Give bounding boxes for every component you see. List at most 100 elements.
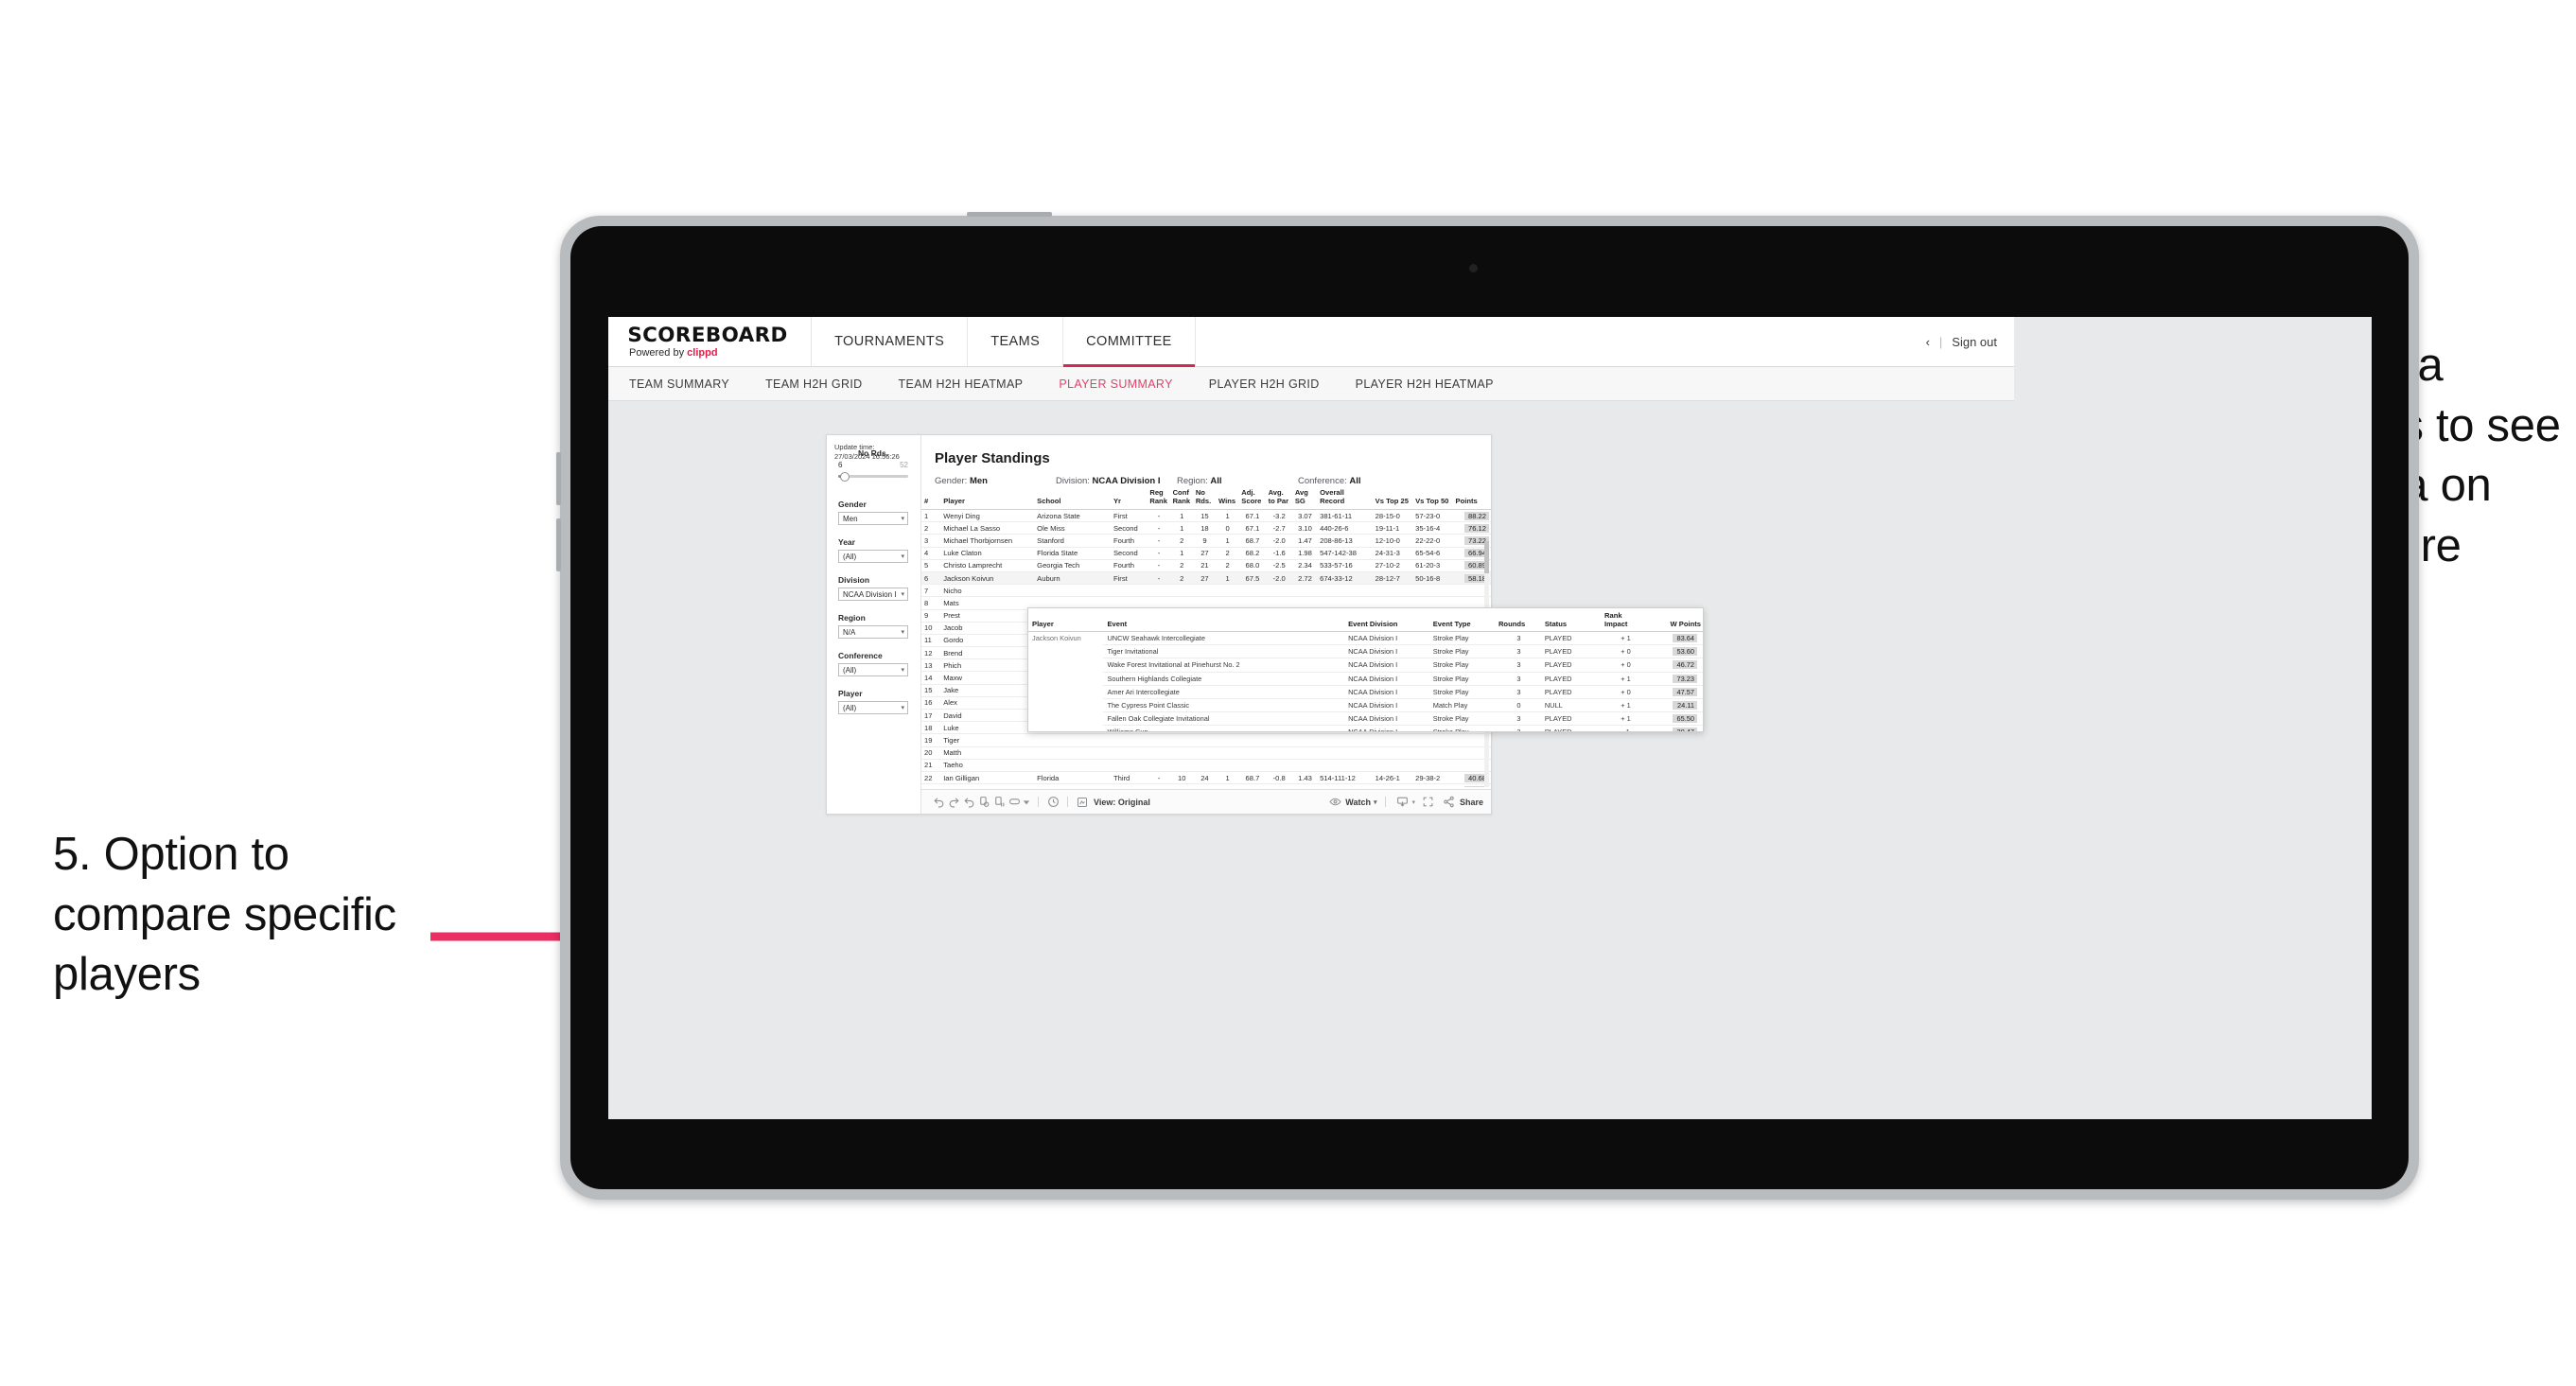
fit-icon[interactable] [1007, 795, 1022, 810]
cell-conf [1169, 746, 1193, 760]
tooltip-row: The Cypress Point Classic NCAA Division I… [1028, 698, 1703, 713]
standings-col-[interactable]: # [921, 487, 941, 510]
filter-conference-select[interactable]: (All) ▾ [838, 663, 908, 676]
standings-col-conf-rank[interactable]: Conf Rank [1169, 487, 1193, 510]
subnav-item-team-summary[interactable]: TEAM SUMMARY [629, 377, 729, 391]
fullscreen-icon[interactable] [1421, 795, 1436, 810]
filter-division-select[interactable]: NCAA Division I ▾ [838, 588, 908, 601]
view-original-label[interactable]: View: Original [1094, 798, 1150, 807]
subnav-item-team-h2h-heatmap[interactable]: TEAM H2H HEATMAP [899, 377, 1024, 391]
standings-col-points[interactable]: Points [1452, 487, 1491, 510]
watch-button[interactable]: Watch ▾ [1327, 795, 1376, 810]
sign-out-link[interactable]: Sign out [1952, 335, 1997, 349]
view-original-icon[interactable] [1075, 795, 1090, 810]
cell-rds: 21 [1192, 559, 1217, 572]
cell-t50 [1412, 584, 1453, 598]
standings-col-yr[interactable]: Yr [1110, 487, 1148, 510]
table-row[interactable]: 5 Christo Lamprecht Georgia Tech Fourth -2 21… [921, 559, 1491, 572]
cell-reg: - [1147, 571, 1170, 586]
cell-points[interactable]: 76.12 [1452, 521, 1491, 535]
refresh-data-icon[interactable] [976, 795, 991, 810]
cell-points[interactable]: 88.22 [1452, 509, 1491, 523]
filter-region-select[interactable]: N/A ▾ [838, 625, 908, 639]
brand-logo[interactable]: SCOREBOARD Powered by clippd [608, 317, 813, 366]
standings-col-overall-record[interactable]: Overall Record [1317, 487, 1373, 510]
table-row[interactable]: 22 Ian Gilligan Florida Third -10 24 1 68.7 -0.8… [921, 771, 1491, 785]
filter-division-label: Division [838, 575, 870, 585]
tooltip-cell-rounds: 3 [1494, 711, 1541, 727]
volume-button-down[interactable] [556, 518, 561, 571]
subnav-item-player-h2h-grid[interactable]: PLAYER H2H GRID [1209, 377, 1320, 391]
power-button[interactable] [967, 212, 1052, 217]
scrollbar-thumb[interactable] [1484, 541, 1489, 573]
standings-col-school[interactable]: School [1034, 487, 1111, 510]
subnav-item-player-summary[interactable]: PLAYER SUMMARY [1059, 377, 1172, 391]
standings-col-vs-top-50[interactable]: Vs Top 50 [1412, 487, 1453, 510]
tooltip-cell-impact: + 1 [1600, 631, 1649, 646]
cell-rank: 17 [921, 709, 941, 723]
tooltip-cell-status: NULL [1540, 698, 1601, 713]
cell-rank: 7 [921, 584, 941, 598]
standings-col-wins[interactable]: Wins [1216, 487, 1239, 510]
volume-button-up[interactable] [556, 452, 561, 505]
cell-sg: 1.98 [1291, 547, 1318, 560]
standings-col-adj-score[interactable]: Adj. Score [1238, 487, 1266, 510]
standings-col-reg-rank[interactable]: Reg Rank [1147, 487, 1170, 510]
slider-track[interactable] [838, 471, 908, 482]
player-standings-worksheet: No Rds. 6 52 Gender Men ▾ Year (All) ▾ D… [826, 434, 1704, 815]
download-icon[interactable] [1394, 795, 1410, 810]
filter-year-select[interactable]: (All) ▾ [838, 550, 908, 563]
fit-chevron-down-icon[interactable] [1022, 795, 1031, 810]
tooltip-cell-impact: + 1 [1600, 711, 1649, 727]
standings-col-player[interactable]: Player [940, 487, 1035, 510]
cell-school: Missouri [1034, 783, 1111, 787]
cell-rank: 3 [921, 534, 941, 548]
table-row[interactable]: 3 Michael Thorbjornsen Stanford Fourth -2 9 1 6… [921, 534, 1491, 548]
standings-col-avg-to-par[interactable]: Avg. to Par [1265, 487, 1292, 510]
pause-updates-icon[interactable] [991, 795, 1007, 810]
tooltip-cell-division: NCAA Division I [1344, 658, 1429, 673]
cell-t25: 14-26-1 [1372, 771, 1413, 785]
cell-adj: 68.7 [1238, 771, 1266, 785]
meta-region-val: All [1210, 476, 1222, 486]
subnav-item-team-h2h-grid[interactable]: TEAM H2H GRID [765, 377, 862, 391]
cell-player: Phich [940, 658, 1035, 673]
table-row[interactable]: 23Jack LundinMissouriFourth-1124068.5-2.… [921, 783, 1491, 787]
slider-handle[interactable] [840, 471, 850, 482]
cell-school: Stanford [1034, 534, 1111, 548]
topnav-item-teams[interactable]: TEAMS [968, 317, 1064, 366]
standings-col-vs-top-25[interactable]: Vs Top 25 [1372, 487, 1413, 510]
table-row[interactable]: 20 Matth [921, 746, 1491, 760]
table-row[interactable]: 7 Nicho [921, 584, 1491, 598]
cell-yr: Second [1110, 547, 1148, 560]
table-row[interactable]: 6 Jackson Koivun Auburn First -2 27 1 67.5 -2.0 2… [921, 571, 1491, 586]
highlight-icon[interactable] [1045, 795, 1060, 810]
subnav-item-player-h2h-heatmap[interactable]: PLAYER H2H HEATMAP [1356, 377, 1494, 391]
cell-rec [1317, 733, 1373, 747]
download-chevron-down-icon[interactable]: ▾ [1411, 798, 1415, 806]
standings-col-no-rds[interactable]: No Rds. [1192, 487, 1217, 510]
cell-t50: 50-16-8 [1412, 571, 1453, 586]
cell-player: Jacob [940, 622, 1035, 635]
tooltip-cell-impact: + 1 [1600, 698, 1649, 713]
filter-player-select[interactable]: (All) ▾ [838, 701, 908, 714]
table-row[interactable]: 2 Michael La Sasso Ole Miss Second -1 18 0 67.1… [921, 521, 1491, 535]
revert-icon[interactable] [961, 795, 976, 810]
standings-col-avg-sg[interactable]: Avg SG [1291, 487, 1318, 510]
table-row[interactable]: 4 Luke Claton Florida State Second -1 27 2 68.2… [921, 547, 1491, 560]
cell-player: Nicho [940, 584, 1035, 598]
share-button[interactable]: Share [1442, 795, 1483, 810]
tooltip-cell-status: PLAYED [1540, 725, 1601, 731]
table-row[interactable]: 21 Taeho [921, 759, 1491, 772]
topnav-item-committee[interactable]: COMMITTEE [1063, 317, 1196, 367]
table-row[interactable]: 1 Wenyi Ding Arizona State First -1 15 1 67.1 -3… [921, 509, 1491, 523]
table-row[interactable]: 19 Tiger [921, 733, 1491, 747]
tooltip-cell-type: Stroke Play [1428, 658, 1495, 673]
redo-icon[interactable] [946, 795, 961, 810]
cell-school [1034, 733, 1111, 747]
filter-gender-select[interactable]: Men ▾ [838, 512, 908, 525]
cell-rank: 5 [921, 559, 941, 572]
topnav-item-tournaments[interactable]: TOURNAMENTS [812, 317, 969, 366]
undo-icon[interactable] [931, 795, 946, 810]
account-chevron-icon[interactable]: ‹ [1926, 335, 1930, 349]
